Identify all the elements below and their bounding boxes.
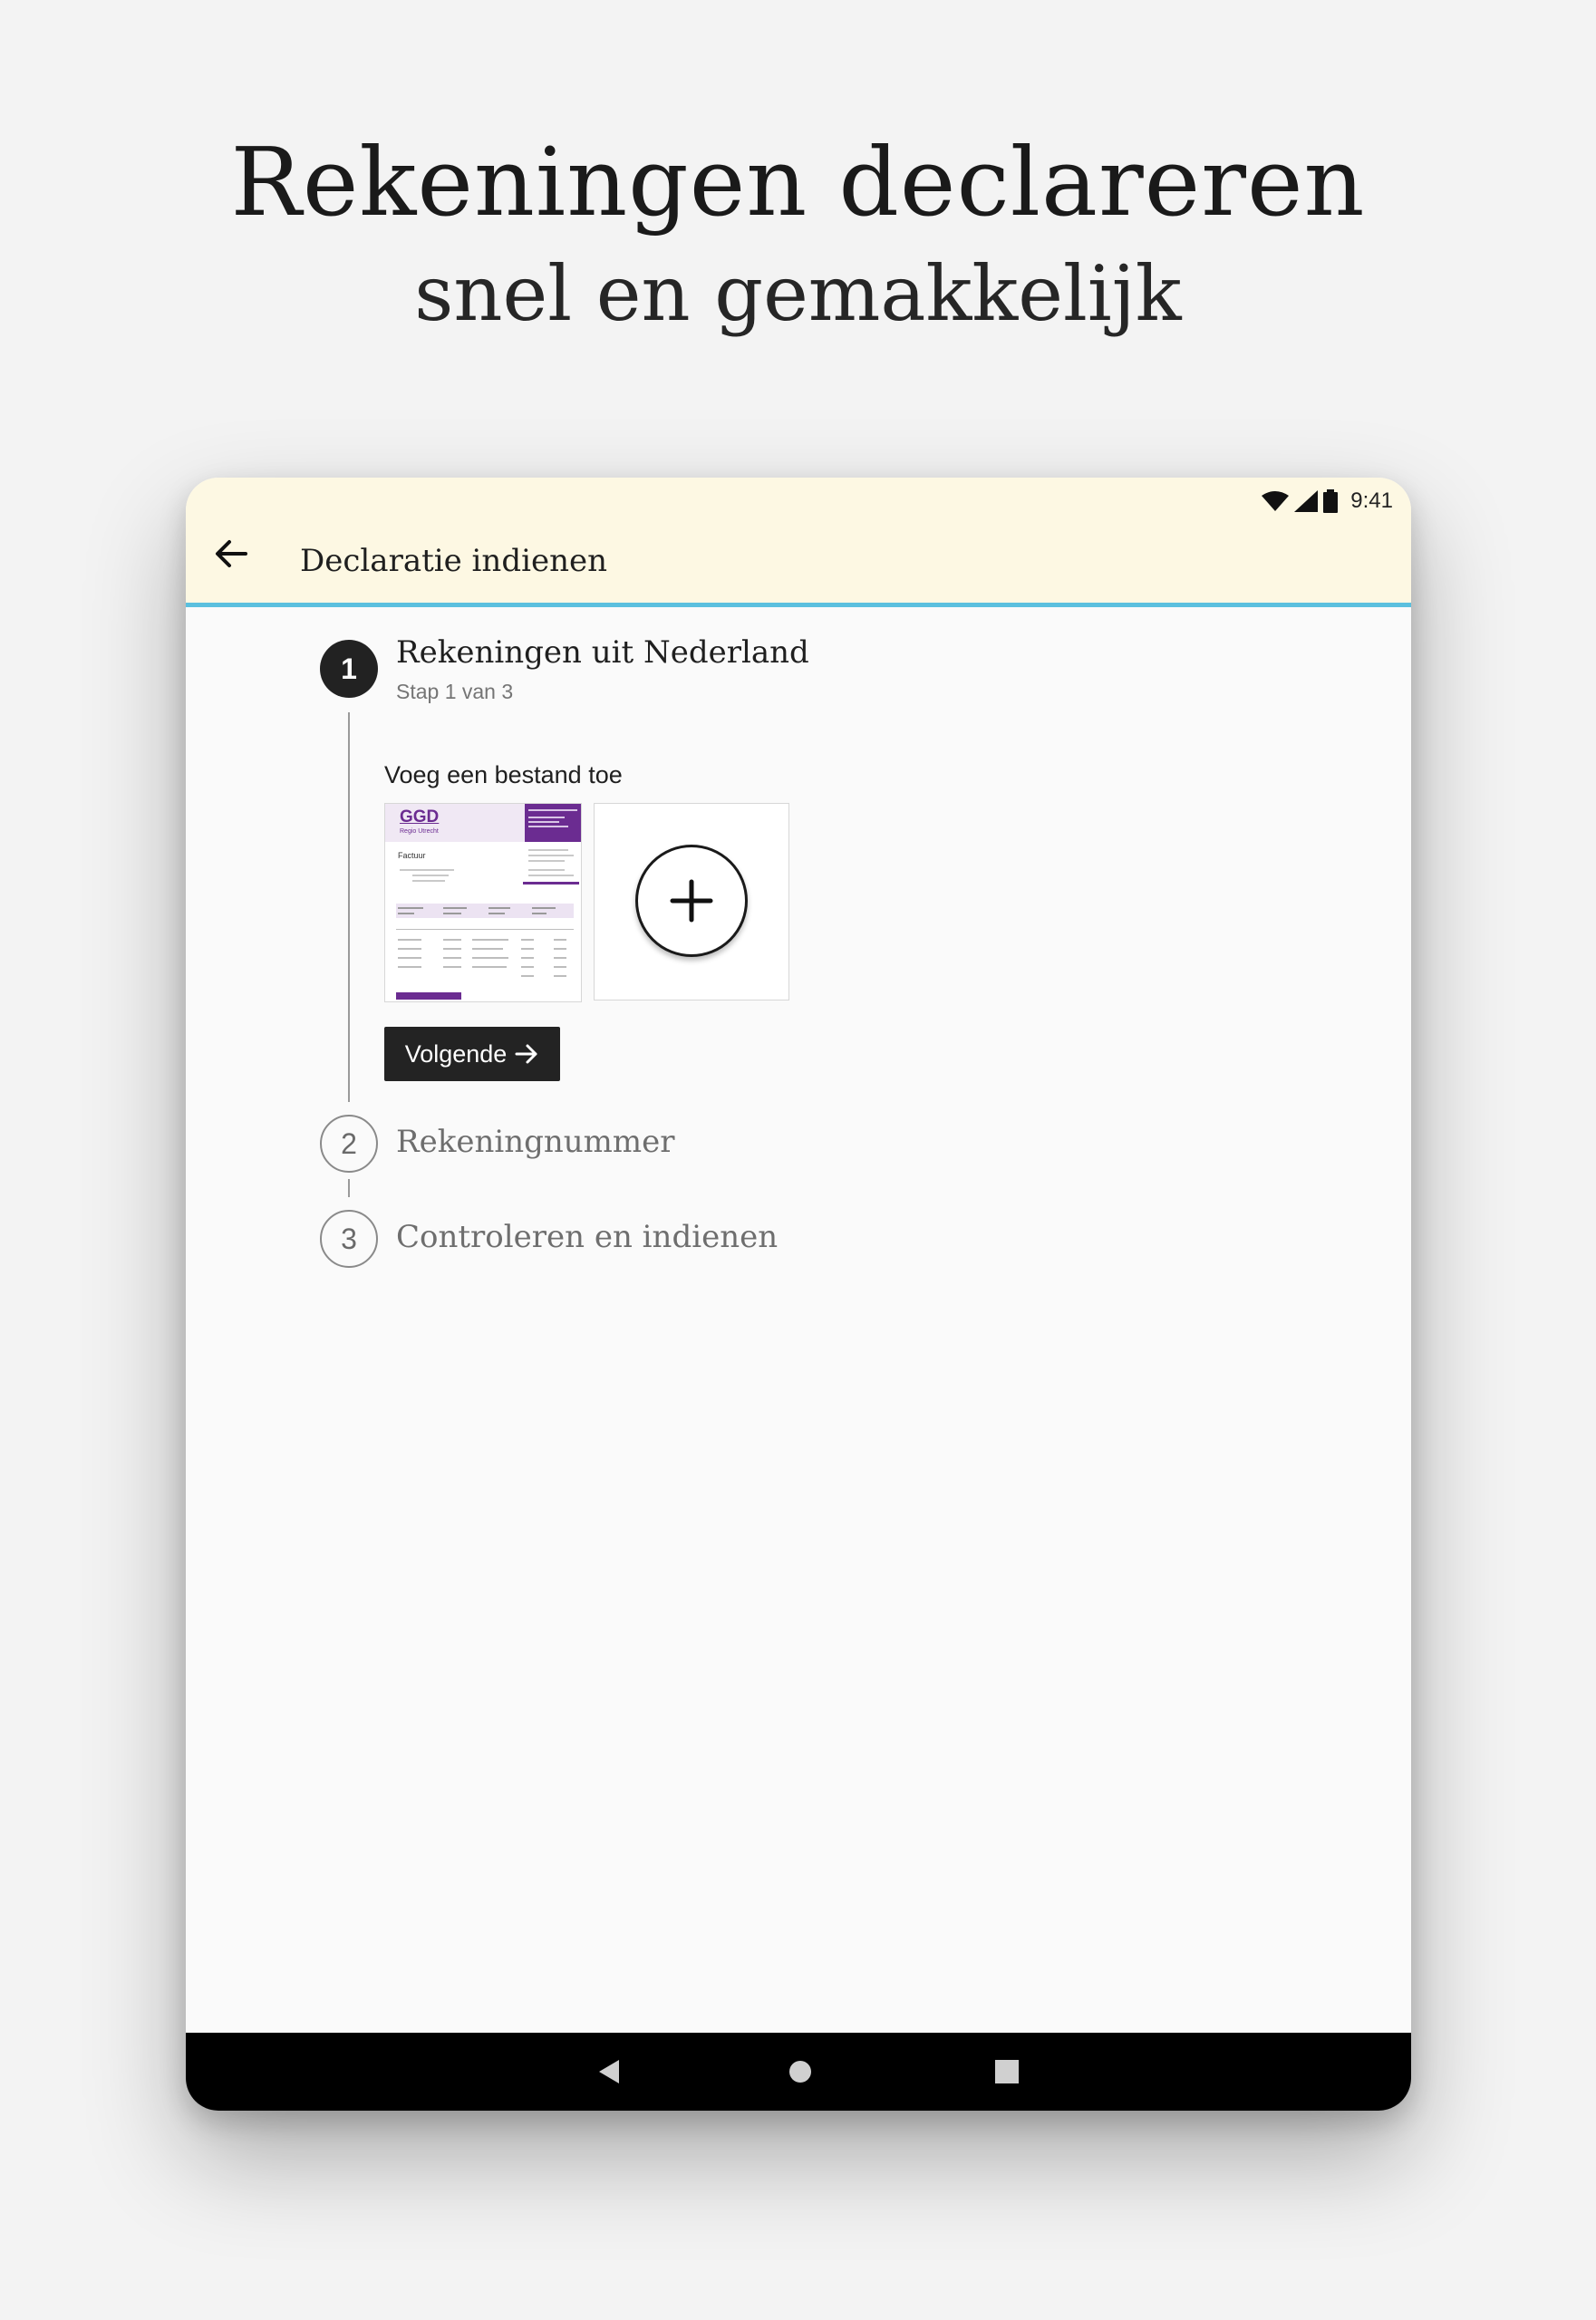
add-file-tile[interactable] [594,803,789,1000]
arrow-forward-icon [515,1044,537,1064]
invoice-body-lines [396,849,579,1000]
status-bar: 9:41 [1262,485,1393,517]
back-button[interactable] [206,528,256,579]
arrow-back-icon [216,540,247,567]
recents-square-icon [995,2060,1019,2083]
next-button[interactable]: Volgende [384,1027,560,1081]
step-3-title[interactable]: Controleren en indienen [396,1219,778,1255]
step-1-indicator: 1 [320,640,378,698]
nav-back-button[interactable] [573,2033,645,2111]
wifi-icon [1262,491,1290,511]
next-button-label: Volgende [404,1039,508,1068]
stepper: 1 Rekeningen uit Nederland Stap 1 van 3 … [186,607,1411,1967]
attachment-thumbnail[interactable]: GGD Regio Utrecht Factuur [384,803,582,1002]
nav-recents-button[interactable] [971,2033,1043,2111]
app-bar: 9:41 Declaratie indienen [186,478,1411,607]
step-2-title[interactable]: Rekeningnummer [396,1124,675,1160]
step-1-subtitle: Stap 1 van 3 [396,680,514,703]
step-connector-line [348,712,350,1102]
battery-icon [1323,489,1339,513]
tablet-frame: 9:41 Declaratie indienen 1 Rekeningen ui… [186,478,1411,2111]
system-nav-bar [186,2033,1411,2111]
back-triangle-icon [599,2060,619,2083]
nav-home-button[interactable] [764,2033,837,2111]
page-title: Declaratie indienen [300,543,608,579]
status-time: 9:41 [1350,488,1393,513]
step-connector-line [348,1179,350,1197]
add-file-button[interactable] [635,845,748,957]
step-1-title[interactable]: Rekeningen uit Nederland [396,634,809,671]
step-2-indicator: 2 [320,1115,378,1173]
signal-icon [1294,490,1319,512]
add-file-label: Voeg een bestand toe [384,761,623,788]
step-3-indicator: 3 [320,1210,378,1268]
plus-icon [670,879,713,923]
home-circle-icon [789,2061,811,2083]
promo-title: Rekeningen declareren [230,127,1366,237]
promo-subtitle: snel en gemakkelijk [414,249,1182,338]
